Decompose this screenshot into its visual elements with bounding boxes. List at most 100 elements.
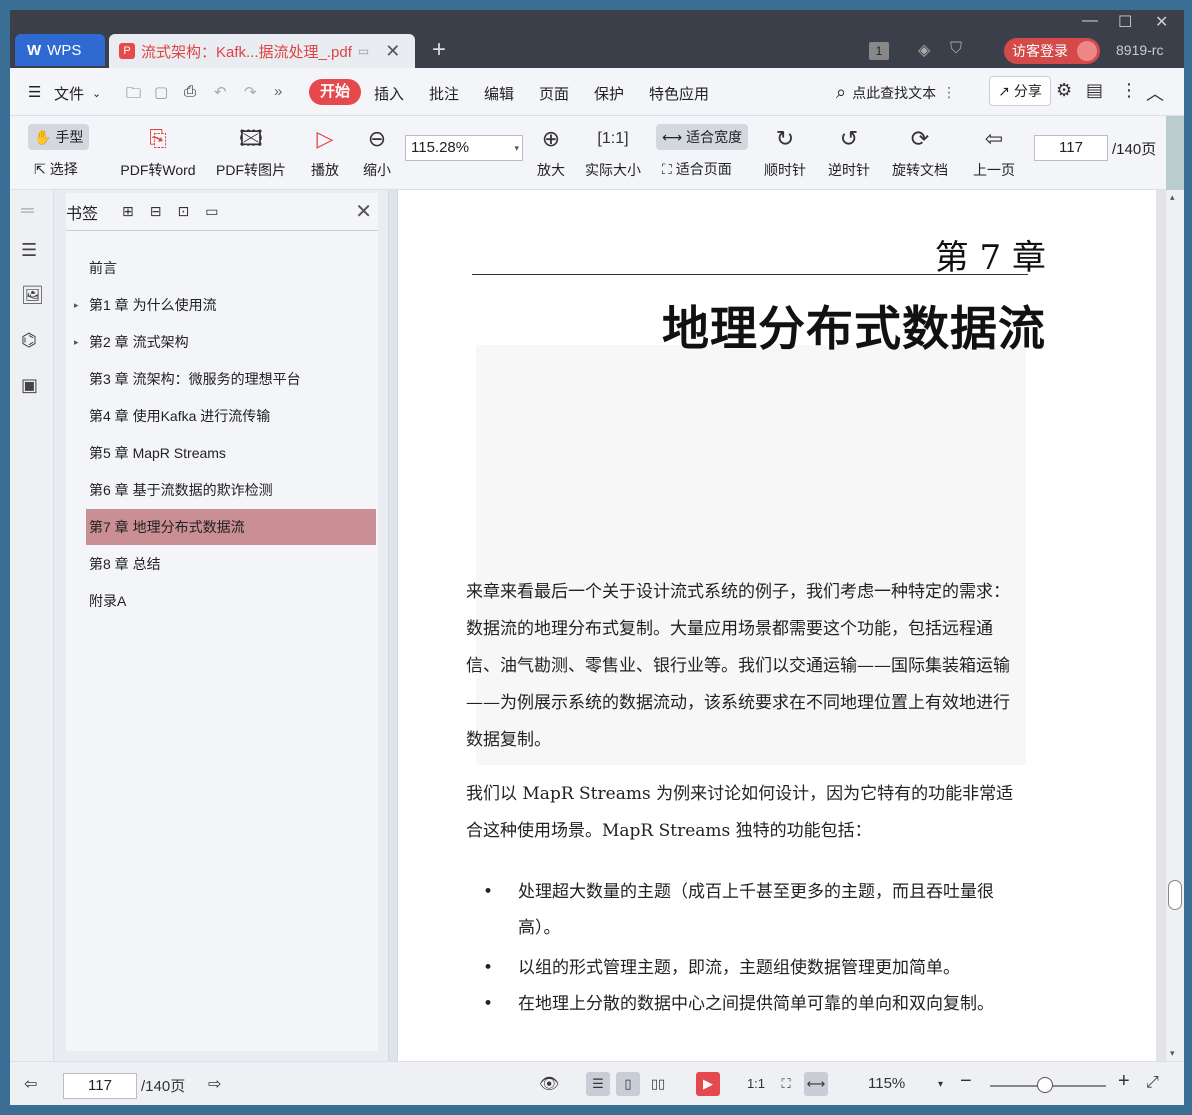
comment-icon[interactable]: ▤	[1086, 80, 1103, 101]
list-icon[interactable]: ☰	[21, 240, 37, 261]
close-panel-icon[interactable]: ✕	[355, 199, 372, 224]
next-page-icon[interactable]: ⇨	[208, 1074, 221, 1094]
share-label: 分享	[1013, 83, 1042, 99]
pdf-to-image-button[interactable]: 🖾 PDF转图片	[214, 124, 288, 180]
rotate-counterclockwise-button[interactable]: ↺ 逆时针	[826, 124, 872, 180]
play-icon[interactable]: ▶	[696, 1072, 720, 1096]
expand-arrow-icon[interactable]: ▸	[74, 287, 79, 323]
menu-page[interactable]: 页面	[539, 83, 569, 104]
two-page-icon[interactable]: ▯▯	[646, 1072, 670, 1096]
fit-page-icon[interactable]: ⛶	[774, 1072, 798, 1096]
chevron-down-icon[interactable]: ⌄	[92, 87, 101, 100]
continuous-view-icon[interactable]: ☰	[586, 1072, 610, 1096]
zoom-out-button[interactable]: ⊖ 缩小	[360, 124, 394, 180]
actual-size-button[interactable]: [1:1] 实际大小	[582, 124, 644, 180]
hand-tool-button[interactable]: ✋ 手型	[28, 124, 90, 150]
close-tab-icon[interactable]: ✕	[385, 41, 400, 62]
bookmark-panel: 书签 ⊞ ⊟ ⊡ ▭ ✕ 前言 ▸ 第1 章 为什么使用流 ▸ 第2 章 流式架构 …	[66, 193, 378, 1051]
menu-file[interactable]: 文件	[54, 83, 84, 104]
bookmark-options-icon[interactable]: ▭	[205, 203, 218, 220]
toolbar-scroll[interactable]	[1166, 116, 1184, 190]
annotation-icon[interactable]: ▣	[21, 375, 38, 396]
eye-icon[interactable]: 👁	[539, 1074, 559, 1094]
menu-insert[interactable]: 插入	[374, 83, 404, 104]
window-count-badge[interactable]: 1	[869, 42, 889, 60]
bookmark-item[interactable]: ▸ 第2 章 流式架构	[74, 324, 376, 360]
actual-size-icon[interactable]: 1:1	[744, 1072, 768, 1096]
close-window-icon[interactable]: ✕	[1155, 12, 1168, 32]
monitor-icon: ▭	[357, 44, 370, 58]
page-number-input[interactable]: 117	[1034, 135, 1108, 161]
minimize-icon[interactable]: —	[1082, 12, 1098, 30]
bookmark-item[interactable]: 第6 章 基于流数据的欺诈检测	[86, 472, 376, 508]
more-icon[interactable]: »	[274, 83, 282, 100]
single-page-icon[interactable]: ▯	[616, 1072, 640, 1096]
skin-icon[interactable]: ◈	[918, 40, 930, 60]
expand-arrow-icon[interactable]: ▸	[74, 324, 79, 360]
pdf-to-word-button[interactable]: ⎘ PDF转Word	[114, 124, 202, 180]
print-icon[interactable]: ⎙	[184, 83, 196, 100]
rotate-ccw-label: 逆时针	[828, 162, 870, 178]
add-bookmark-icon[interactable]: ⊡	[177, 203, 189, 220]
status-page-input[interactable]: 117	[63, 1073, 137, 1099]
bookmark-item-selected[interactable]: 第7 章 地理分布式数据流	[86, 509, 376, 545]
panel-splitter[interactable]	[388, 190, 398, 1061]
shirt-icon[interactable]: ⛉	[950, 40, 962, 58]
guest-login-button[interactable]: 访客登录	[1004, 38, 1100, 64]
open-folder-icon[interactable]: 🗀	[126, 83, 141, 108]
drag-handle-icon: ═	[21, 200, 34, 220]
hamburger-icon[interactable]: ☰	[28, 83, 41, 101]
scroll-thumb[interactable]	[1168, 880, 1182, 910]
gear-icon[interactable]: ⚙	[1056, 80, 1072, 101]
tab-start[interactable]: 开始	[309, 79, 361, 105]
collapse-all-icon[interactable]: ⊟	[150, 203, 162, 220]
bookmark-item[interactable]: 第5 章 MapR Streams	[86, 435, 376, 471]
play-button[interactable]: ▷ 播放	[308, 124, 342, 180]
bookmark-item[interactable]: 第4 章 使用Kafka 进行流传输	[86, 398, 376, 434]
menu-edit[interactable]: 编辑	[484, 83, 514, 104]
thumbnail-icon[interactable]: 🖼	[21, 285, 44, 306]
fit-width-icon[interactable]: ⟷	[804, 1072, 828, 1096]
fit-page-button[interactable]: ⛶ 适合页面	[656, 156, 738, 182]
zoom-dropdown-icon[interactable]: ▾	[938, 1079, 943, 1090]
menu-bar: ☰ 文件 ⌄ 🗀 ▢ ⎙ ↶ ↷ » 开始 插入 批注 编辑 页面 保护 特色应…	[10, 68, 1184, 116]
bookmark-item[interactable]: 第8 章 总结	[86, 546, 376, 582]
zoom-out-icon[interactable]: −	[960, 1070, 972, 1093]
redo-icon[interactable]: ↷	[244, 83, 257, 101]
rotate-document-button[interactable]: ⟳ 旋转文档	[888, 124, 952, 180]
expand-all-icon[interactable]: ⊞	[122, 203, 134, 220]
save-icon[interactable]: ▢	[154, 83, 168, 101]
menu-annotate[interactable]: 批注	[429, 83, 459, 104]
zoom-in-icon[interactable]: +	[1118, 1070, 1130, 1093]
undo-icon[interactable]: ↶	[214, 83, 227, 101]
zoom-in-button[interactable]: ⊕ 放大	[534, 124, 568, 180]
menu-protect[interactable]: 保护	[594, 83, 624, 104]
collapse-icon[interactable]: ︿	[1146, 80, 1164, 106]
bookmark-item[interactable]: 前言	[86, 250, 376, 286]
bookmark-item[interactable]: 附录A	[86, 583, 376, 619]
search-text-button[interactable]: ⌕ 点此查找文本 ⋮	[836, 82, 956, 103]
share-button[interactable]: ↗ 分享	[989, 76, 1051, 106]
fit-width-button[interactable]: ⟷ 适合宽度	[656, 124, 749, 150]
zoom-slider-knob[interactable]	[1037, 1077, 1053, 1093]
bookmark-item[interactable]: 第3 章 流架构：微服务的理想平台	[86, 361, 376, 397]
prev-page-icon[interactable]: ⇦	[24, 1074, 37, 1094]
select-tool-button[interactable]: ⇱ 选择	[28, 156, 84, 182]
zoom-level[interactable]: 115%	[868, 1075, 905, 1092]
menu-features[interactable]: 特色应用	[649, 83, 709, 104]
bullet-2: 以组的形式管理主题，即流，主题组使数据管理更加简单。	[483, 950, 1023, 986]
maximize-icon[interactable]: ☐	[1118, 12, 1132, 32]
scroll-down-icon[interactable]: ▾	[1170, 1048, 1175, 1059]
new-tab-icon[interactable]: +	[432, 36, 446, 64]
fullscreen-icon[interactable]: ⤢	[1146, 1074, 1159, 1092]
scroll-up-icon[interactable]: ▴	[1170, 192, 1175, 203]
wps-home-tab[interactable]: W WPS	[15, 34, 105, 66]
more-vertical-icon[interactable]: ⋮	[1120, 80, 1138, 101]
vertical-scrollbar[interactable]: ▴ ▾	[1166, 190, 1184, 1061]
zoom-select[interactable]: 115.28% ▾	[405, 135, 523, 161]
rotate-clockwise-button[interactable]: ↻ 顺时针	[762, 124, 808, 180]
bookmark-item[interactable]: ▸ 第1 章 为什么使用流	[74, 287, 376, 323]
document-tab[interactable]: P 流式架构：Kafk...据流处理_.pdf ▭ ✕	[109, 34, 415, 68]
tag-icon[interactable]: ⌬	[21, 330, 37, 351]
previous-page-button[interactable]: ⇦ 上一页	[970, 124, 1018, 180]
